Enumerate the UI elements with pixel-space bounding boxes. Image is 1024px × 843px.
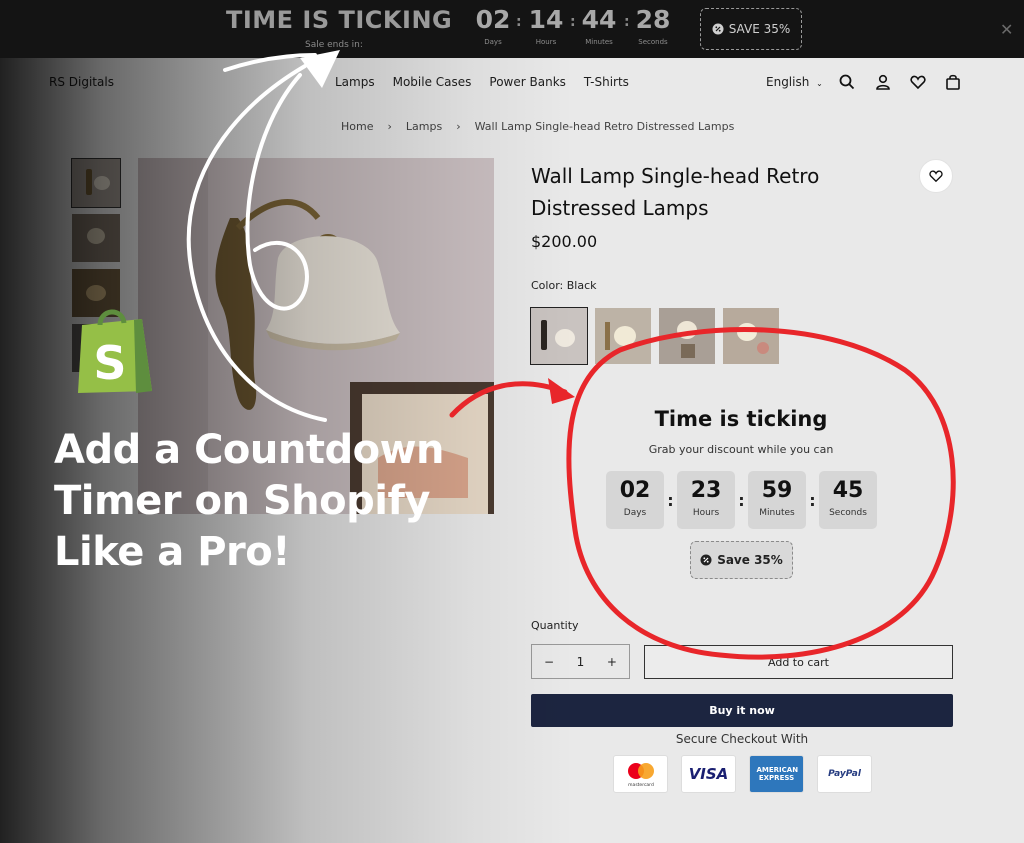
payment-icons: mastercard VISA AMERICAN EXPRESS PayPal [613, 755, 872, 793]
timer-hours: 23 Hours [677, 471, 735, 529]
timer-save-badge[interactable]: Save 35% [690, 541, 793, 579]
quantity-input[interactable]: 1 [577, 655, 585, 669]
topbar-countdown-seconds: 28 Seconds [635, 5, 671, 46]
nav-item-lamps[interactable]: Lamps [335, 75, 375, 89]
promo-headline: Add a Countdown Timer on Shopify Like a … [54, 425, 494, 578]
secure-checkout-label: Secure Checkout With [675, 732, 809, 746]
badge-percent-icon [712, 23, 724, 35]
topbar-save-label: SAVE 35% [728, 22, 791, 36]
red-arrow-head [548, 378, 575, 404]
timer-boxes: 02 Days : 23 Hours : 59 Minutes : 45 Seconds [606, 471, 877, 529]
search-icon[interactable] [839, 74, 855, 90]
announcement-bar: TIME IS TICKING Sale ends in: 02 Days : 1… [0, 0, 1024, 58]
timer-colon: : [738, 490, 745, 510]
topbar-countdown-minutes: 44 Minutes [581, 5, 617, 46]
quantity-label: Quantity [531, 619, 579, 632]
chevron-down-icon: ⌄ [816, 79, 823, 88]
heart-icon [929, 170, 943, 183]
timer-seconds: 45 Seconds [819, 471, 877, 529]
account-icon[interactable] [875, 74, 891, 90]
breadcrumb-lamps[interactable]: Lamps [406, 120, 442, 133]
timer-save-label: Save 35% [717, 553, 783, 567]
heart-icon[interactable] [910, 74, 926, 90]
sale-ends-label: Sale ends in: [305, 40, 363, 50]
amex-icon: AMERICAN EXPRESS [749, 755, 804, 793]
paypal-icon: PayPal [817, 755, 872, 793]
breadcrumb: Home › Lamps › Wall Lamp Single-head Ret… [341, 120, 734, 133]
color-label-text: Color: [531, 279, 564, 292]
topbar-colon: : [516, 14, 522, 30]
visa-text: VISA [688, 765, 729, 783]
topbar-colon: : [570, 14, 576, 30]
promo-line-1: Add a Countdown [54, 427, 445, 473]
close-icon[interactable]: ✕ [1000, 20, 1013, 39]
mastercard-icon: mastercard [613, 755, 668, 793]
topbar-colon: : [624, 14, 630, 30]
promo-line-2: Timer on Shopify [54, 478, 430, 524]
swatch-2[interactable] [595, 308, 651, 364]
breadcrumb-separator: › [387, 120, 392, 133]
swatch-black[interactable] [530, 307, 588, 365]
timer-colon: : [809, 490, 816, 510]
main-nav: Lamps Mobile Cases Power Banks T-Shirts [335, 75, 629, 89]
nav-item-mobile-cases[interactable]: Mobile Cases [393, 75, 472, 89]
shopify-logo-letter: S [93, 336, 126, 390]
topbar-countdown-days: 02 Days [475, 5, 511, 46]
shopify-logo: S [78, 309, 152, 393]
language-selector[interactable]: English ⌄ [766, 75, 823, 89]
add-to-cart-button[interactable]: Add to cart [644, 645, 953, 679]
mastercard-text: mastercard [628, 782, 654, 788]
visa-icon: VISA [681, 755, 736, 793]
topbar-countdown-hours: 14 Hours [528, 5, 564, 46]
language-label: English [766, 75, 810, 89]
color-swatches [530, 307, 779, 365]
breadcrumb-separator: › [456, 120, 461, 133]
announcement-headline: TIME IS TICKING [226, 6, 453, 34]
timer-days: 02 Days [606, 471, 664, 529]
thumbnail-2[interactable] [71, 213, 121, 263]
timer-colon: : [667, 490, 674, 510]
timer-minutes: 59 Minutes [748, 471, 806, 529]
quantity-stepper: − 1 + [531, 644, 630, 679]
swatch-4[interactable] [723, 308, 779, 364]
paypal-text: PayPal [828, 769, 861, 779]
breadcrumb-home[interactable]: Home [341, 120, 373, 133]
store-brand[interactable]: RS Digitals [49, 75, 114, 89]
timer-subtitle: Grab your discount while you can [648, 443, 834, 456]
nav-item-t-shirts[interactable]: T-Shirts [584, 75, 629, 89]
badge-percent-icon [700, 554, 712, 566]
product-price: $200.00 [531, 232, 598, 251]
bag-icon[interactable] [945, 74, 961, 90]
color-label: Color: Black [531, 279, 597, 292]
wishlist-button[interactable] [919, 159, 953, 193]
product-title: Wall Lamp Single-head Retro Distressed L… [531, 164, 820, 220]
swatch-3[interactable] [659, 308, 715, 364]
promo-line-3: Like a Pro! [54, 529, 290, 575]
timer-title: Time is ticking [654, 407, 828, 431]
thumbnail-1[interactable] [71, 158, 121, 208]
buy-now-button[interactable]: Buy it now [531, 694, 953, 727]
breadcrumb-current: Wall Lamp Single-head Retro Distressed L… [474, 120, 735, 133]
quantity-plus-button[interactable]: + [607, 655, 617, 669]
topbar-save-badge[interactable]: SAVE 35% [700, 8, 802, 50]
nav-item-power-banks[interactable]: Power Banks [489, 75, 566, 89]
quantity-minus-button[interactable]: − [544, 655, 554, 669]
color-value: Black [566, 279, 597, 292]
amex-text: AMERICAN EXPRESS [756, 766, 799, 782]
